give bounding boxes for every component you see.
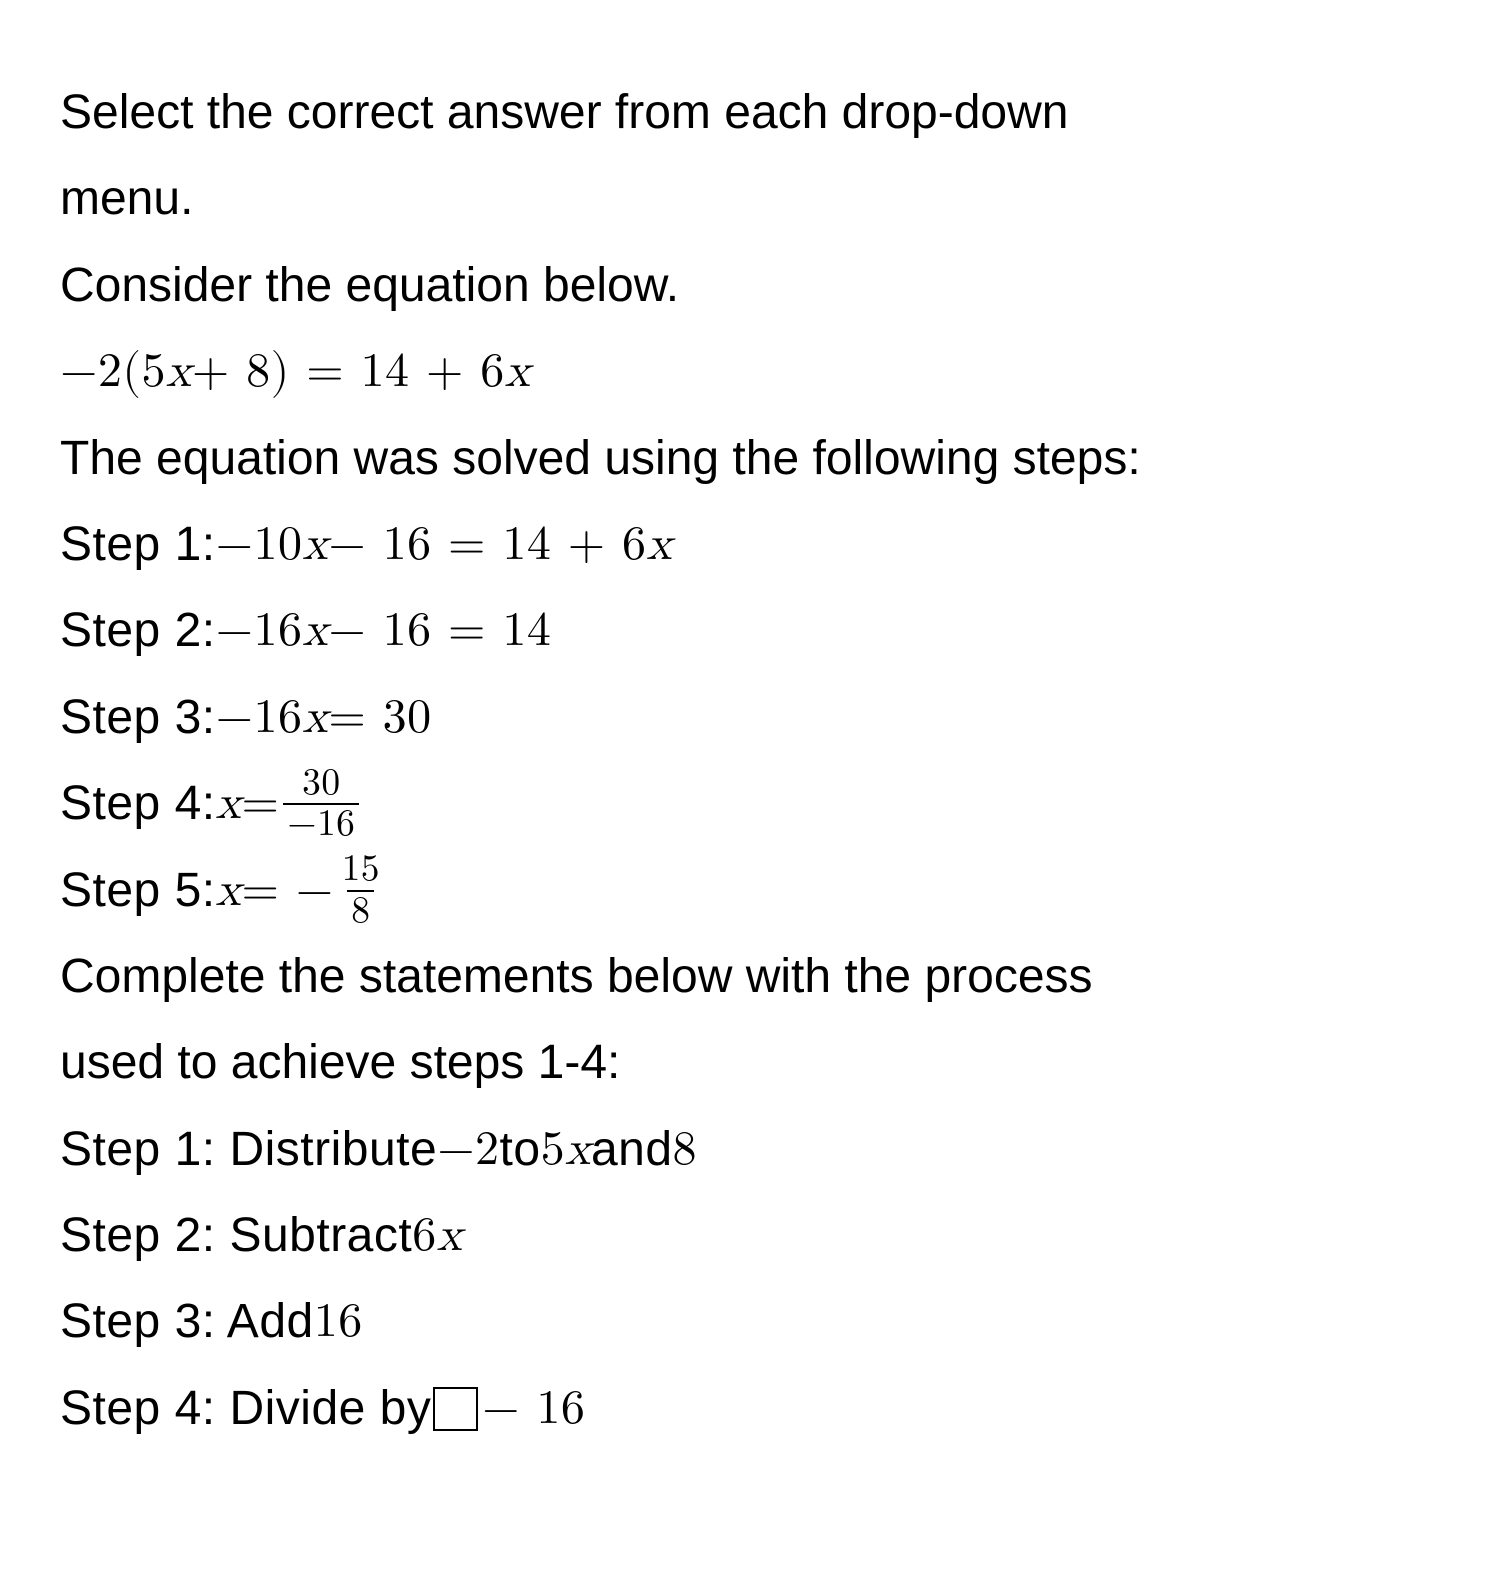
answer-step-1-m1: −2 (437, 1107, 499, 1193)
answer-step-1-and: and (591, 1107, 673, 1193)
work-step-4-den: −16 (283, 803, 359, 844)
answer-step-2-m: 6 (412, 1193, 437, 1279)
work-step-5: Step 5: x = −158 (60, 848, 1440, 934)
work-step-1-var-2: x (647, 502, 673, 588)
answer-step-1-var: x (565, 1107, 591, 1193)
answer-step-4: Step 4: Divide by − 16 (60, 1366, 1440, 1452)
work-step-4-num: 30 (298, 764, 344, 803)
answer-step-3-label: Step 3: Add (60, 1279, 314, 1365)
answer-step-2: Step 2: Subtract 6x (60, 1193, 1440, 1279)
work-step-4-eq: = (241, 761, 279, 847)
work-step-2-label: Step 2: (60, 588, 216, 674)
work-step-4-fraction: 30−16 (283, 764, 359, 845)
consider-text: Consider the equation below. (60, 243, 679, 329)
work-step-1-a: −10 (216, 502, 303, 588)
work-step-3-b: = 30 (328, 675, 431, 761)
complete-text-2: used to achieve steps 1-4: (60, 1020, 620, 1106)
work-step-5-fraction: 158 (338, 850, 384, 931)
instruction-text-2: menu. (60, 156, 193, 242)
answer-step-3: Step 3: Add 16 (60, 1279, 1440, 1365)
work-step-5-num: 15 (338, 850, 384, 889)
solved-intro-text: The equation was solved using the follow… (60, 416, 1141, 502)
answer-step-1: Step 1: Distribute −2 to 5x and 8 (60, 1107, 1440, 1193)
answer-placeholder-icon[interactable] (433, 1387, 478, 1432)
complete-text-1: Complete the statements below with the p… (60, 934, 1093, 1020)
consider-line: Consider the equation below. (60, 243, 1440, 329)
work-step-2: Step 2: −16x − 16 = 14 (60, 588, 1440, 674)
equation-var-x-1: x (166, 329, 192, 415)
main-equation: −2(5x + 8) = 14 + 6x (60, 329, 1440, 415)
work-step-4: Step 4: x = 30−16 (60, 761, 1440, 847)
work-step-5-den: 8 (347, 890, 374, 931)
problem-page: Select the correct answer from each drop… (0, 0, 1500, 1512)
complete-line-2: used to achieve steps 1-4: (60, 1020, 1440, 1106)
complete-line-1: Complete the statements below with the p… (60, 934, 1440, 1020)
work-step-5-eq: = − (241, 848, 333, 934)
work-step-3: Step 3: −16x = 30 (60, 675, 1440, 761)
equation-mid: + 8) = 14 + 6 (192, 329, 505, 415)
work-step-5-var: x (216, 848, 242, 934)
answer-step-1-to: to (500, 1107, 541, 1193)
work-step-3-label: Step 3: (60, 675, 216, 761)
answer-step-1-label: Step 1: Distribute (60, 1107, 437, 1193)
answer-step-4-m: − 16 (482, 1366, 585, 1452)
work-step-2-a: −16 (216, 588, 303, 674)
answer-step-1-m3: 8 (673, 1107, 698, 1193)
instruction-text-1: Select the correct answer from each drop… (60, 70, 1068, 156)
instruction-line-1: Select the correct answer from each drop… (60, 70, 1440, 156)
answer-step-2-label: Step 2: Subtract (60, 1193, 412, 1279)
work-step-2-var: x (302, 588, 328, 674)
solved-intro-line: The equation was solved using the follow… (60, 416, 1440, 502)
work-step-3-a: −16 (216, 675, 303, 761)
instruction-line-2: menu. (60, 156, 1440, 242)
answer-step-4-label: Step 4: Divide by (60, 1366, 431, 1452)
work-step-1-var-1: x (302, 502, 328, 588)
answer-step-3-m: 16 (314, 1279, 363, 1365)
work-step-5-label: Step 5: (60, 848, 216, 934)
work-step-1-label: Step 1: (60, 502, 216, 588)
work-step-1-b: − 16 = 14 + 6 (328, 502, 646, 588)
answer-step-2-var: x (437, 1193, 463, 1279)
work-step-3-var: x (302, 675, 328, 761)
work-step-4-label: Step 4: (60, 761, 216, 847)
equation-lhs-start: −2(5 (60, 329, 166, 415)
equation-var-x-2: x (505, 329, 531, 415)
work-step-4-var: x (216, 761, 242, 847)
answer-step-1-m2: 5 (541, 1107, 566, 1193)
work-step-2-b: − 16 = 14 (328, 588, 551, 674)
work-step-1: Step 1: −10x − 16 = 14 + 6x (60, 502, 1440, 588)
